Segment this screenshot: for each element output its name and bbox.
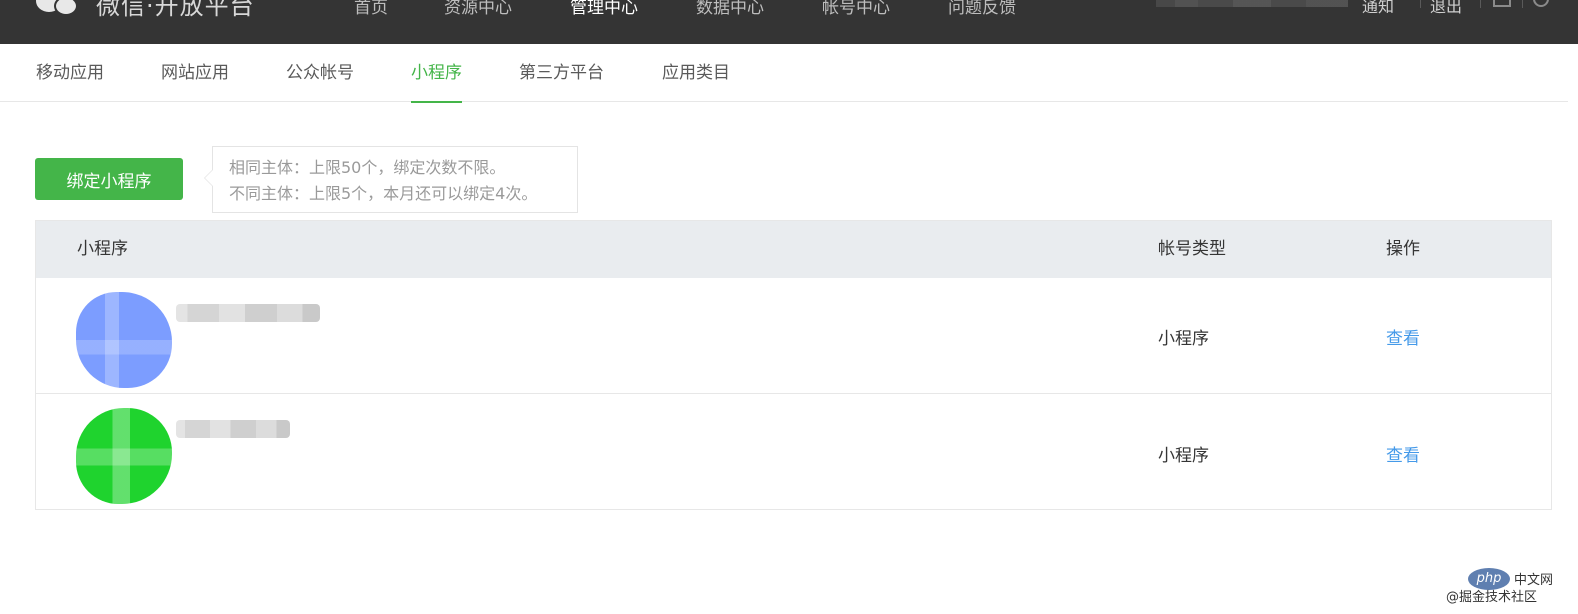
user-account-blurred[interactable]	[1156, 0, 1348, 7]
tip-same-entity: 相同主体：上限50个，绑定次数不限。	[229, 158, 506, 177]
header-actions: 操作	[1386, 239, 1420, 259]
header-account-type: 帐号类型	[1158, 239, 1226, 259]
top-nav-feedback[interactable]: 问题反馈	[948, 0, 1016, 18]
account-type-cell: 小程序	[1158, 446, 1209, 466]
bind-limit-tip: 相同主体：上限50个，绑定次数不限。 不同主体：上限5个，本月还可以绑定4次。	[204, 146, 578, 213]
tip-different-entity: 不同主体：上限5个，本月还可以绑定4次。	[229, 184, 538, 203]
notify-link[interactable]: 通知	[1362, 0, 1394, 17]
account-type-cell: 小程序	[1158, 329, 1209, 349]
top-nav-account[interactable]: 帐号中心	[822, 0, 890, 18]
view-link[interactable]: 查看	[1386, 324, 1420, 349]
tab-mini-program[interactable]: 小程序	[411, 44, 462, 103]
table-header: 小程序 帐号类型 操作	[36, 221, 1551, 278]
top-bar: 微信·开放平台 首页 资源中心 管理中心 数据中心 帐号中心 问题反馈 通知 退…	[0, 0, 1578, 44]
top-nav-management[interactable]: 管理中心	[570, 0, 638, 18]
tab-website-app[interactable]: 网站应用	[161, 44, 229, 102]
table-row: 小程序 查看	[36, 393, 1551, 509]
tab-third-party-platform[interactable]: 第三方平台	[519, 44, 604, 102]
brand-title: 微信·开放平台	[96, 0, 255, 20]
mini-program-name-blurred	[176, 304, 320, 322]
watermark: php 中文网 @掘金技术社区	[1446, 566, 1566, 606]
view-link[interactable]: 查看	[1386, 441, 1420, 466]
tab-app-category[interactable]: 应用类目	[662, 44, 730, 102]
divider	[1480, 0, 1481, 8]
top-nav-data[interactable]: 数据中心	[696, 0, 764, 18]
mini-program-table: 小程序 帐号类型 操作 小程序 查看 小程序 查看	[35, 220, 1552, 510]
table-row: 小程序 查看	[36, 278, 1551, 394]
divider	[1522, 0, 1523, 8]
divider	[1420, 0, 1421, 8]
wechat-logo-icon	[36, 0, 80, 20]
logo[interactable]: 微信·开放平台	[36, 0, 255, 20]
qrcode-icon[interactable]	[1493, 0, 1511, 7]
logout-link[interactable]: 退出	[1430, 0, 1462, 17]
mini-program-name-blurred	[176, 420, 290, 438]
globe-icon[interactable]	[1533, 0, 1549, 7]
bind-mini-program-button[interactable]: 绑定小程序	[35, 158, 183, 200]
mini-program-avatar	[76, 292, 172, 388]
top-nav-home[interactable]: 首页	[354, 0, 388, 18]
sub-nav: 移动应用 网站应用 公众帐号 小程序 第三方平台 应用类目	[0, 44, 1568, 103]
watermark-sub: @掘金技术社区	[1446, 590, 1538, 605]
mini-program-avatar	[76, 408, 172, 504]
top-nav-resources[interactable]: 资源中心	[444, 0, 512, 18]
tab-official-account[interactable]: 公众帐号	[286, 44, 354, 102]
header-mini-program: 小程序	[77, 239, 128, 259]
tab-mobile-app[interactable]: 移动应用	[36, 44, 104, 102]
